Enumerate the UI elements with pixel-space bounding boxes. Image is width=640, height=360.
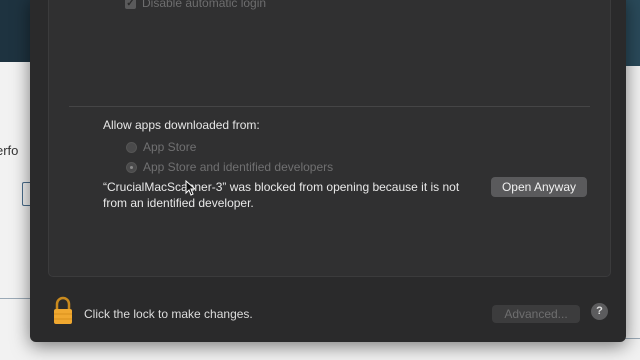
general-settings-panel: ✓ Disable automatic login Allow apps dow… (48, 0, 611, 277)
radio-option-app-store[interactable]: App Store (126, 140, 196, 154)
blocked-message-line-2: from an identified developer. (103, 196, 254, 210)
section-divider (69, 106, 590, 107)
radio-label: App Store (143, 140, 197, 154)
radio-button[interactable] (126, 141, 137, 153)
security-preferences-sheet: ✓ Disable automatic login Allow apps dow… (30, 0, 626, 342)
lock-icon[interactable] (52, 296, 74, 326)
disable-automatic-login-label: Disable automatic login (142, 0, 267, 10)
disable-automatic-login-checkbox[interactable]: ✓ (125, 0, 136, 9)
radio-option-app-store-identified[interactable]: App Store and identified developers (126, 160, 333, 174)
disable-automatic-login-row: ✓ Disable automatic login (125, 0, 266, 10)
lock-instruction-label: Click the lock to make changes. (84, 307, 253, 321)
background-window-top-left (0, 0, 30, 62)
blocked-app-message: “CrucialMacScanner-3” was blocked from o… (103, 179, 483, 211)
pointer-cursor-icon (185, 180, 195, 196)
background-text-fragment: erfo (0, 143, 19, 158)
radio-label: App Store and identified developers (143, 160, 334, 174)
advanced-button[interactable]: Advanced... (492, 305, 580, 323)
radio-button-selected[interactable] (126, 161, 137, 173)
allow-apps-heading: Allow apps downloaded from: (103, 118, 260, 132)
background-divider-left (0, 298, 30, 299)
help-button[interactable]: ? (591, 303, 608, 320)
checkmark-icon: ✓ (126, 0, 135, 9)
open-anyway-button[interactable]: Open Anyway (491, 177, 587, 197)
blocked-message-line-1: “CrucialMacScanner-3” was blocked from o… (103, 180, 460, 194)
